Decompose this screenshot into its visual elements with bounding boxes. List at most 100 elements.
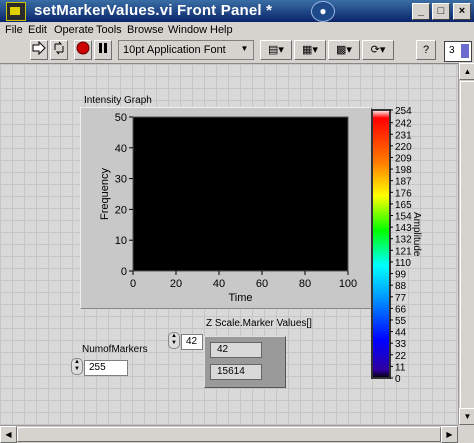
z-tick-label: 11 (395, 362, 406, 373)
stop-icon (76, 41, 90, 55)
window-manager-logo-icon: ● (311, 1, 335, 22)
marker-value-0: 42 (217, 344, 229, 355)
y-axis-label: Frequency (99, 168, 111, 220)
context-help-button[interactable]: ? (416, 40, 436, 60)
menu-browse[interactable]: Browse (127, 24, 164, 36)
graph-label: Intensity Graph (84, 95, 152, 106)
num-of-markers-incdec[interactable]: ▲ ▼ (71, 358, 83, 375)
menu-edit[interactable]: Edit (28, 24, 47, 36)
toolbar: 10pt Application Font ▼ ▤▾ ▦▾ ▩▾ ⟳▾ ? (0, 38, 474, 62)
intensity-graph[interactable]: 0 20 40 60 80 100 0 10 20 30 40 50 Time Frequency (80, 107, 370, 307)
marker-value-1: 15614 (217, 366, 245, 377)
x-axis-label: Time (228, 292, 252, 304)
font-selector-label: 10pt Application Font (123, 44, 226, 56)
z-tick-label: 220 (395, 142, 412, 153)
abort-button[interactable] (74, 40, 92, 60)
z-tick-label: 231 (395, 130, 412, 141)
maximize-button[interactable]: □ (432, 3, 450, 20)
z-tick-label: 198 (395, 165, 412, 176)
z-tick-label: 55 (395, 316, 407, 327)
z-tick-label: 209 (395, 153, 412, 164)
reorder-button[interactable]: ⟳▾ (362, 40, 394, 60)
resize-objects-button[interactable]: ▩▾ (328, 40, 360, 60)
array-index-field[interactable]: 42 (181, 334, 203, 350)
z-tick-label: 44 (395, 328, 407, 339)
num-of-markers-label: NumofMarkers (82, 344, 148, 355)
scroll-right-button[interactable]: ▶ (441, 426, 458, 443)
y-tick-label: 10 (115, 235, 127, 247)
z-tick-label: 66 (395, 304, 407, 315)
minimize-button[interactable]: _ (412, 3, 430, 20)
marker-value-cell[interactable]: 15614 (210, 364, 262, 380)
x-tick-label: 60 (256, 278, 268, 290)
z-tick-label: 110 (395, 258, 411, 269)
z-tick-label: 176 (395, 188, 412, 199)
marker-value-cell[interactable]: 42 (210, 342, 262, 358)
vertical-scroll-thumb[interactable] (460, 81, 474, 409)
connector-pane[interactable]: 3 (444, 41, 472, 62)
help-icon: ? (422, 44, 430, 56)
y-tick-label: 0 (121, 266, 127, 278)
pause-button[interactable] (94, 40, 112, 60)
z-tick-label: 242 (395, 119, 412, 130)
y-tick-label: 40 (115, 143, 127, 155)
z-tick-label: 121 (395, 246, 412, 257)
align-objects-icon: ▤▾ (268, 44, 284, 56)
z-color-ramp (371, 109, 391, 379)
z-tick-label: 154 (395, 212, 412, 223)
z-tick-label: 187 (395, 177, 412, 188)
run-arrow-icon (32, 40, 46, 56)
align-objects-button[interactable]: ▤▾ (260, 40, 292, 60)
scrollbar-corner (458, 425, 474, 442)
distribute-objects-icon: ▦▾ (302, 44, 318, 56)
run-continuously-button[interactable] (50, 40, 68, 60)
x-tick-label: 40 (213, 278, 225, 290)
resize-objects-icon: ▩▾ (336, 44, 352, 56)
menu-help[interactable]: Help (210, 24, 233, 36)
horizontal-scrollbar[interactable]: ◀ ▶ (0, 425, 458, 443)
y-tick-label: 20 (115, 204, 127, 216)
scroll-up-button[interactable]: ▲ (459, 63, 474, 80)
z-tick-label: 99 (395, 270, 407, 281)
num-of-markers-value: 255 (89, 362, 106, 373)
z-tick-label: 132 (395, 235, 412, 246)
labview-app-icon[interactable] (6, 2, 26, 21)
y-tick-label: 30 (115, 174, 127, 186)
run-continuously-icon (54, 41, 64, 55)
x-tick-label: 20 (170, 278, 182, 290)
run-button[interactable] (30, 40, 48, 60)
reorder-icon: ⟳▾ (370, 44, 386, 56)
vertical-scrollbar[interactable]: ▲ ▼ (458, 63, 474, 425)
z-axis-label: Amplitude (411, 212, 422, 257)
array-index-value: 42 (186, 336, 198, 347)
z-scale-marker-values-label: Z Scale.Marker Values[] (206, 318, 312, 329)
z-tick-label: 77 (395, 293, 407, 304)
scroll-down-button[interactable]: ▼ (459, 408, 474, 425)
menu-operate[interactable]: Operate (54, 24, 94, 36)
menu-tools[interactable]: Tools (96, 24, 122, 36)
title-bar: setMarkerValues.vi Front Panel * ● _ □ × (0, 0, 474, 22)
plot-area (132, 116, 349, 272)
horizontal-scroll-thumb[interactable] (17, 427, 441, 442)
z-tick-label: 143 (395, 223, 412, 234)
z-tick-label: 165 (395, 200, 412, 211)
num-of-markers-field[interactable]: 255 (84, 360, 128, 376)
x-tick-label: 80 (299, 278, 311, 290)
pause-icon (99, 43, 107, 53)
font-selector[interactable]: 10pt Application Font ▼ (118, 40, 254, 60)
array-index-incdec[interactable]: ▲ ▼ (168, 332, 180, 349)
menu-file[interactable]: File (5, 24, 23, 36)
scroll-left-button[interactable]: ◀ (0, 426, 17, 443)
window-title: setMarkerValues.vi Front Panel * (34, 2, 273, 19)
z-tick-label: 33 (395, 339, 407, 350)
labview-window: setMarkerValues.vi Front Panel * ● _ □ ×… (0, 0, 474, 443)
close-button[interactable]: × (453, 3, 471, 20)
menu-window[interactable]: Window (168, 24, 207, 36)
z-tick-label: 88 (395, 281, 407, 292)
x-tick-label: 0 (130, 278, 136, 290)
menu-bar: File Edit Operate Tools Browse Window He… (0, 22, 474, 38)
z-scale-colorbar[interactable]: 0112233445566778899110121132143154165176… (368, 104, 446, 386)
distribute-objects-button[interactable]: ▦▾ (294, 40, 326, 60)
connector-terminal-icon (461, 44, 469, 58)
y-tick-label: 50 (115, 112, 127, 124)
